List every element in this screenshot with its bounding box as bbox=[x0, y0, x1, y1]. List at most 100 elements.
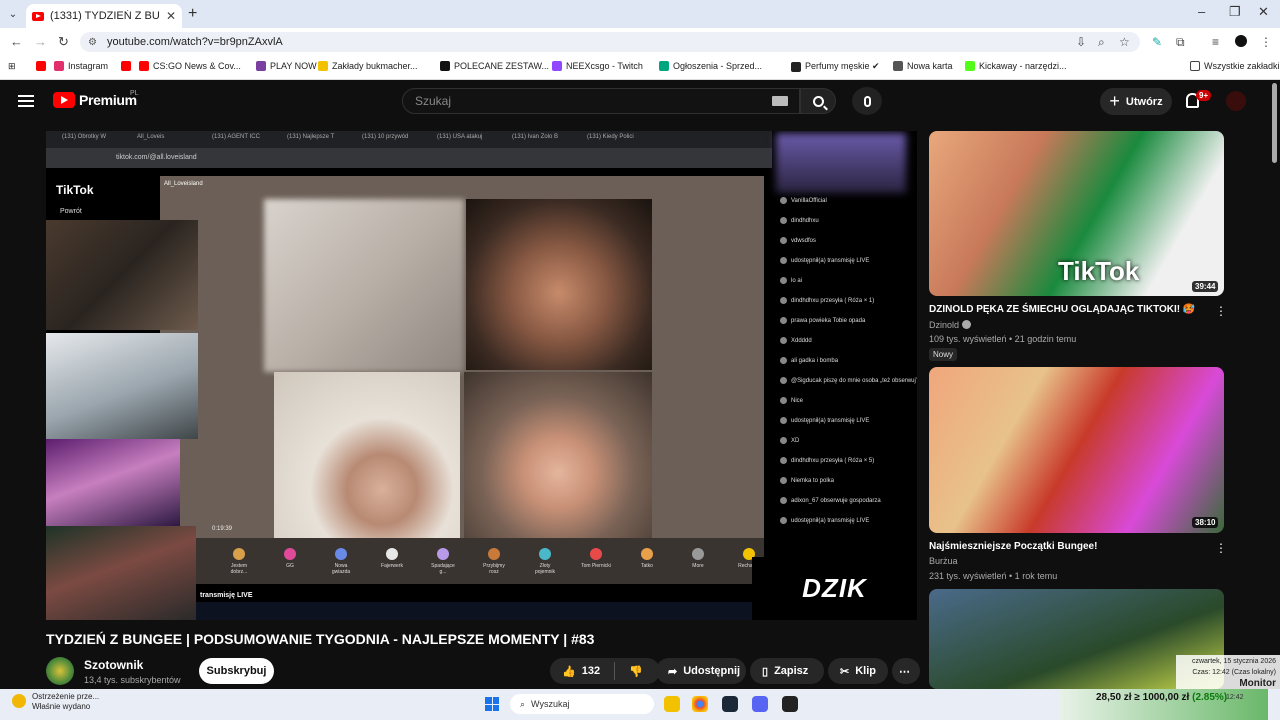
video-title: TYDZIEŃ Z BUNGEE | PODSUMOWANIE TYGODNIA… bbox=[46, 631, 595, 647]
close-tab-icon[interactable]: ✕ bbox=[166, 9, 176, 23]
profile-avatar[interactable] bbox=[1235, 35, 1247, 47]
search-button[interactable] bbox=[800, 88, 836, 114]
create-button[interactable]: + Utwórz bbox=[1100, 88, 1172, 115]
chrome-icon[interactable] bbox=[692, 696, 708, 712]
bookmark-icon bbox=[440, 61, 450, 71]
bookmark-item[interactable]: Zakłady bukmacher... bbox=[318, 61, 418, 71]
tray-clock[interactable]: 12:42 bbox=[1226, 694, 1244, 701]
browser-tab-active[interactable]: (1331) TYDZIEŃ Z BUNGEE | PO ✕ bbox=[26, 4, 182, 28]
voice-search-button[interactable] bbox=[852, 87, 882, 115]
save-button[interactable]: ▯ Zapisz bbox=[750, 658, 824, 684]
bookmark-item[interactable]: CS:GO News & Cov... bbox=[139, 61, 241, 71]
rec-title-2[interactable]: Najśmieszniejsze Początki Bungee! bbox=[929, 541, 1097, 552]
maximize-icon[interactable]: ❐ bbox=[1229, 4, 1241, 20]
warning-notification[interactable]: Ostrzeżenie prze... Właśnie wydano bbox=[12, 692, 99, 712]
file-explorer-icon[interactable] bbox=[664, 696, 680, 712]
bookmark-item[interactable]: Instagram bbox=[54, 61, 108, 71]
channel-name[interactable]: Szotownik bbox=[84, 658, 143, 672]
bookmark-item[interactable]: POLECANE ZESTAW... bbox=[440, 61, 549, 71]
share-button[interactable]: ➦ Udostępnij bbox=[656, 658, 746, 684]
bookmark-item[interactable]: NEEXcsgo - Twitch bbox=[552, 61, 643, 71]
bookmark-item[interactable]: Ogłoszenia - Sprzed... bbox=[659, 61, 762, 71]
bookmark-icon bbox=[893, 61, 903, 71]
more-actions-button[interactable]: ⋯ bbox=[892, 658, 920, 684]
discord-icon[interactable] bbox=[752, 696, 768, 712]
app-icon[interactable] bbox=[782, 696, 798, 712]
chat-avatar bbox=[780, 257, 787, 264]
rec-menu-icon-1[interactable]: ⋮ bbox=[1215, 304, 1227, 318]
search-input[interactable]: Szukaj bbox=[402, 88, 800, 114]
hamburger-menu-icon[interactable] bbox=[18, 95, 34, 107]
chat-message: dindhdhxu przesyła ( Róża × 1) bbox=[780, 297, 874, 304]
bookmark-item[interactable]: PLAY NOW bbox=[256, 61, 317, 71]
chat-avatar bbox=[780, 517, 787, 524]
dislike-icon[interactable]: 👎 bbox=[629, 665, 643, 678]
search-icon bbox=[812, 95, 824, 107]
like-dislike-group: 👍 132 👎 bbox=[550, 658, 660, 684]
back-icon[interactable]: ← bbox=[10, 34, 23, 49]
gift-icon bbox=[539, 548, 551, 560]
rec-channel-1[interactable]: Dzinold bbox=[929, 320, 959, 330]
clip-button[interactable]: ✂ Klip bbox=[828, 658, 888, 684]
install-icon[interactable]: ⇩ bbox=[1076, 35, 1086, 49]
all-bookmarks[interactable]: Wszystkie zakładki bbox=[1190, 61, 1280, 71]
bookmark-item[interactable]: Nowa karta bbox=[893, 61, 953, 71]
steam-icon[interactable] bbox=[722, 696, 738, 712]
gift-item: Złoty pojemnik bbox=[530, 548, 560, 575]
gift-item: Jestem dobrz... bbox=[224, 548, 254, 575]
bookmark-item[interactable] bbox=[36, 61, 50, 71]
chat-avatar bbox=[780, 197, 787, 204]
bookmark-item[interactable]: Kickaway - narzędzi... bbox=[965, 61, 1067, 71]
account-avatar[interactable] bbox=[1226, 91, 1246, 111]
reload-icon[interactable]: ↻ bbox=[58, 34, 69, 50]
youtube-logo[interactable]: Premium PL bbox=[53, 90, 139, 108]
like-icon[interactable]: 👍 bbox=[562, 665, 576, 678]
bookmark-icon bbox=[256, 61, 266, 71]
minimize-icon[interactable]: – bbox=[1198, 4, 1205, 19]
subscribe-button[interactable]: Subskrybuj bbox=[199, 658, 274, 684]
notification-count-badge: 9+ bbox=[1196, 90, 1212, 101]
extension-icon[interactable]: ✎ bbox=[1152, 35, 1162, 49]
apps-grid-icon[interactable]: ⊞ bbox=[8, 61, 16, 72]
gift-icon bbox=[335, 548, 347, 560]
chat-message: @Sigducak piszę do mnie osoba „też obser… bbox=[780, 377, 917, 384]
extensions-puzzle-icon[interactable]: ⧉ bbox=[1176, 35, 1185, 50]
chat-avatar bbox=[780, 477, 787, 484]
windows-start-icon[interactable] bbox=[485, 697, 499, 711]
site-info-icon[interactable]: ⚙ bbox=[88, 37, 97, 48]
rec-menu-icon-2[interactable]: ⋮ bbox=[1215, 541, 1227, 555]
rec-thumbnail-2[interactable] bbox=[929, 367, 1224, 533]
rec-channel-2[interactable]: Burżua bbox=[929, 556, 958, 566]
price-text: 28,50 zł ≥ 1000,00 zł (2.85%) bbox=[1096, 692, 1228, 703]
bookmark-star-icon[interactable]: ☆ bbox=[1119, 35, 1130, 49]
youtube-favicon-icon bbox=[32, 11, 44, 21]
bookmark-item[interactable] bbox=[121, 61, 135, 71]
reading-list-icon[interactable]: ≡ bbox=[1212, 35, 1219, 49]
channel-avatar[interactable] bbox=[46, 657, 74, 685]
chat-avatar bbox=[780, 497, 787, 504]
close-window-icon[interactable]: ✕ bbox=[1258, 4, 1269, 20]
rec-title-1[interactable]: DZINOLD PĘKA ZE ŚMIECHU OGLĄDAJĄC TIKTOK… bbox=[929, 304, 1195, 315]
verified-icon bbox=[962, 320, 971, 329]
new-badge: Nowy bbox=[929, 348, 958, 361]
gift-icon bbox=[692, 548, 704, 560]
bookmark-item[interactable]: Perfumy męskie ✔ bbox=[791, 61, 880, 72]
forward-icon[interactable]: → bbox=[34, 34, 47, 49]
page-scrollbar[interactable] bbox=[1272, 83, 1277, 163]
omnibox[interactable]: ⚙ youtube.com/watch?v=br9pnZAxvlA bbox=[80, 32, 1140, 52]
chat-avatar bbox=[780, 457, 787, 464]
video-player[interactable]: (131) Obrotky W All_Loveis (131) AGENT ICC… bbox=[46, 131, 917, 620]
taskbar-search[interactable]: ⌕ Wyszukaj bbox=[510, 694, 654, 714]
tab-search-icon[interactable]: ⌄ bbox=[0, 0, 26, 28]
new-tab-icon[interactable]: + bbox=[188, 5, 197, 23]
chrome-menu-icon[interactable]: ⋮ bbox=[1260, 35, 1272, 49]
like-count[interactable]: 132 bbox=[582, 665, 600, 677]
zoom-icon[interactable]: ⌕ bbox=[1098, 35, 1105, 50]
keyboard-icon[interactable] bbox=[772, 96, 788, 106]
chat-avatar bbox=[780, 377, 787, 384]
gift-icon bbox=[386, 548, 398, 560]
rec-duration-2: 38:10 bbox=[1192, 517, 1219, 528]
chat-avatar bbox=[780, 437, 787, 444]
webcam-streamer-3 bbox=[46, 439, 180, 527]
gift-item: GG bbox=[275, 548, 305, 569]
